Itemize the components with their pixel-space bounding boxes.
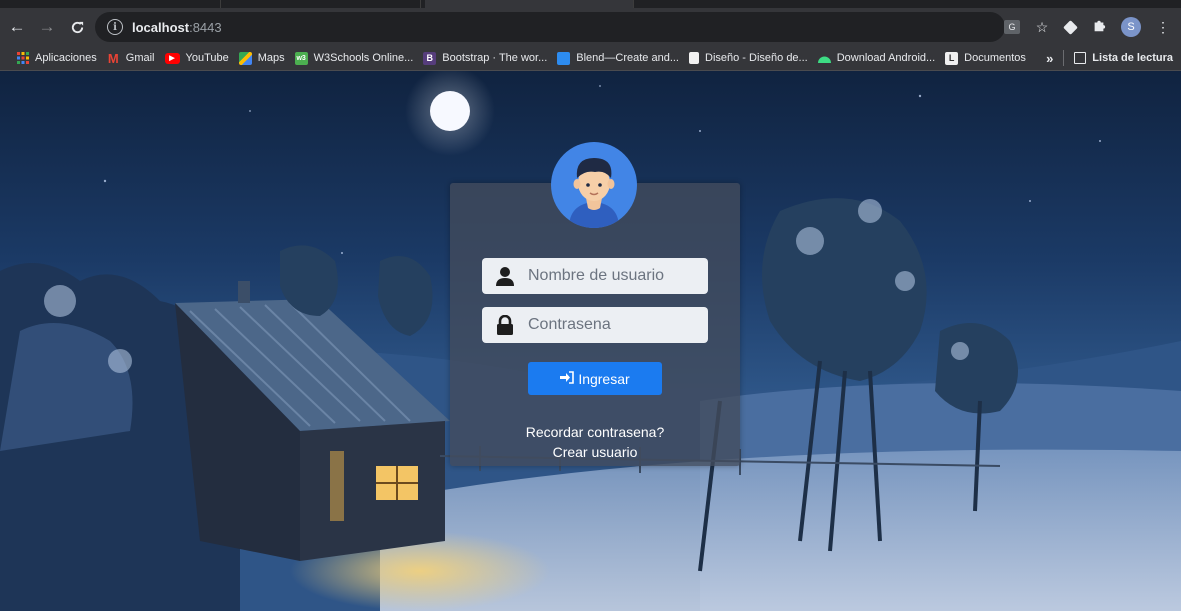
translate-icon[interactable]: G <box>1004 20 1020 34</box>
bookmark-label: Aplicaciones <box>35 52 97 64</box>
bookmarks-bar: Aplicaciones M Gmail ▶ YouTube Maps w3 W… <box>0 46 1181 71</box>
bookmark-android[interactable]: Download Android... <box>817 52 936 65</box>
password-input[interactable] <box>528 316 698 334</box>
user-avatar-icon <box>551 142 637 228</box>
browser-tab[interactable] <box>220 0 421 8</box>
blend-icon <box>557 51 571 65</box>
address-bar[interactable]: i localhost:8443 <box>95 12 1005 42</box>
bookmark-label: Bootstrap · The wor... <box>442 52 548 64</box>
reading-list-button[interactable]: Lista de lectura <box>1074 52 1173 64</box>
bootstrap-icon: B <box>423 51 437 65</box>
bookmark-maps[interactable]: Maps <box>238 51 285 65</box>
bookmark-documentos[interactable]: L Documentos <box>945 51 1026 65</box>
sign-in-icon <box>560 370 575 387</box>
bookmark-label: W3Schools Online... <box>313 52 414 64</box>
bookmark-label: Diseño - Diseño de... <box>705 52 808 64</box>
bookmark-blend[interactable]: Blend—Create and... <box>557 51 679 65</box>
bookmark-star-icon[interactable]: ☆ <box>1032 19 1052 36</box>
forgot-password-link[interactable]: Recordar contrasena? <box>450 424 740 440</box>
divider <box>1063 50 1065 66</box>
login-button[interactable]: Ingresar <box>528 362 662 395</box>
menu-kebab-icon[interactable]: ⋮ <box>1153 19 1173 36</box>
lock-icon <box>494 314 516 336</box>
extensions-puzzle-icon[interactable] <box>1089 19 1109 36</box>
url-port: :8443 <box>189 19 222 35</box>
back-icon[interactable]: ← <box>4 13 30 41</box>
site-info-icon[interactable]: i <box>107 19 123 35</box>
page-viewport: Ingresar Recordar contrasena? Crear usua… <box>0 71 1181 611</box>
bookmark-gmail[interactable]: M Gmail <box>107 50 155 66</box>
forward-icon[interactable]: → <box>34 13 60 41</box>
docs-icon: L <box>945 51 959 65</box>
bookmark-label: Download Android... <box>836 52 936 64</box>
bookmark-label: YouTube <box>185 52 229 64</box>
bookmark-label: Blend—Create and... <box>576 52 679 64</box>
browser-toolbar: ← → i localhost:8443 G ☆ S ⋮ <box>0 8 1181 46</box>
page-icon <box>689 52 699 64</box>
w3schools-icon: w3 <box>294 51 308 65</box>
user-icon <box>494 265 516 287</box>
bookmark-apps[interactable]: Aplicaciones <box>16 52 97 65</box>
browser-tab-active[interactable] <box>425 0 634 8</box>
create-user-link[interactable]: Crear usuario <box>450 444 740 460</box>
username-field[interactable] <box>482 258 708 294</box>
bookmark-bootstrap[interactable]: B Bootstrap · The wor... <box>423 51 548 65</box>
extension-cube-icon[interactable] <box>1063 19 1078 35</box>
reading-list-icon <box>1074 52 1087 64</box>
bookmark-label: Maps <box>257 52 285 64</box>
profile-avatar[interactable]: S <box>1121 17 1141 37</box>
password-field[interactable] <box>482 307 708 343</box>
youtube-icon: ▶ <box>164 52 180 64</box>
browser-tab[interactable] <box>0 0 221 8</box>
android-icon <box>817 52 831 65</box>
url-host: localhost <box>132 19 190 35</box>
login-button-label: Ingresar <box>578 370 630 387</box>
reading-list-label: Lista de lectura <box>1092 52 1173 64</box>
gmail-icon: M <box>107 50 119 66</box>
bookmark-w3schools[interactable]: w3 W3Schools Online... <box>294 51 414 65</box>
bookmark-diseno[interactable]: Diseño - Diseño de... <box>689 52 808 64</box>
apps-grid-icon <box>16 52 29 65</box>
tab-strip <box>0 0 1181 8</box>
bookmark-youtube[interactable]: ▶ YouTube <box>164 52 229 64</box>
bookmark-label: Documentos <box>964 52 1026 64</box>
bookmark-label: Gmail <box>125 52 155 64</box>
username-input[interactable] <box>528 267 698 285</box>
reload-icon[interactable] <box>64 13 90 41</box>
more-bookmarks-button[interactable]: » <box>1046 51 1053 66</box>
maps-icon <box>238 51 252 65</box>
